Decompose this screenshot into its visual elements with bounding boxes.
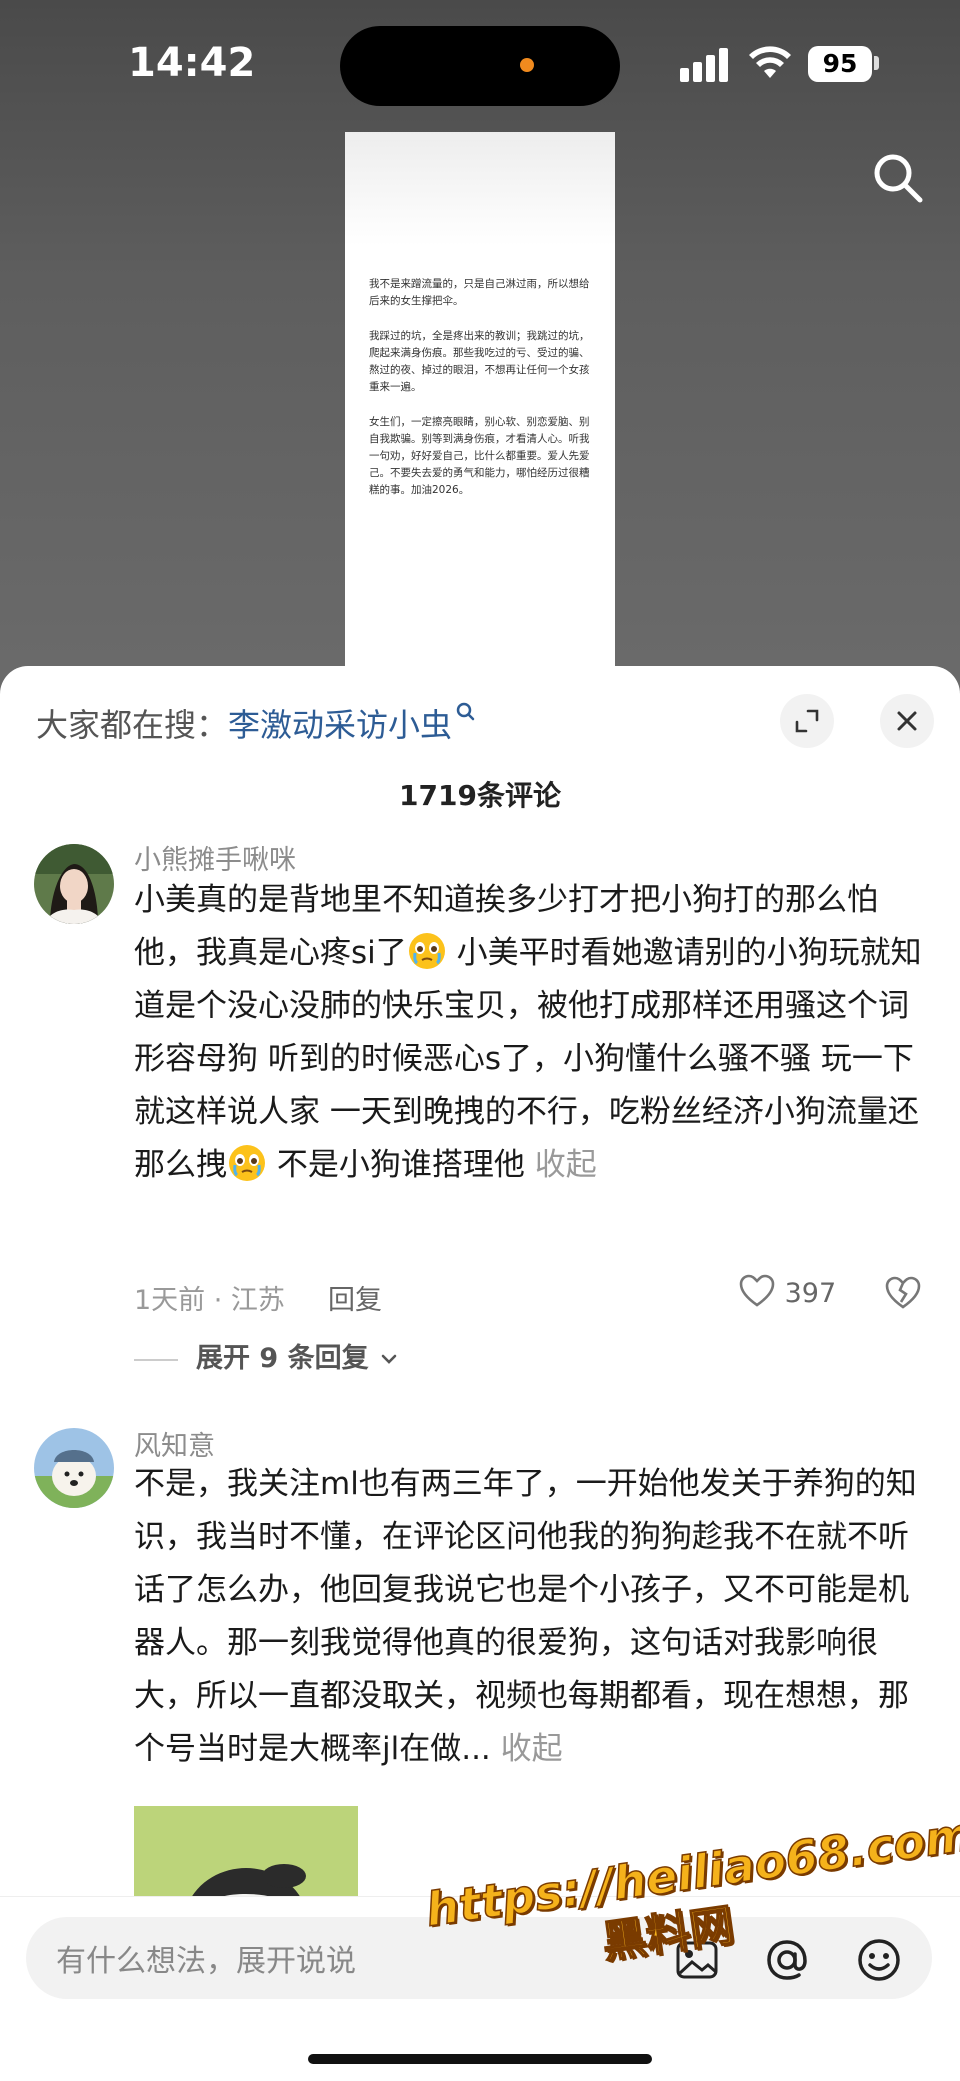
video-area[interactable]: 14:42 95 我不是来蹭流量的，只是自己淋过雨，所以想给后来的女生撑把伞。 … <box>0 0 960 700</box>
teary-face-emoji-icon <box>229 1145 265 1181</box>
comment-meta: 1天前 · 江苏 <box>134 1285 285 1316</box>
wifi-icon <box>749 46 791 78</box>
search-suggestion-prefix: 大家都在搜： <box>36 706 229 744</box>
search-icon <box>456 702 475 721</box>
expand-replies-label: 展开 9 条回复 <box>196 1343 369 1374</box>
comment-text-segment: 不是，我关注ml也有两三年了，一开始他发关于养狗的知识，我当时不懂，在评论区问他… <box>134 1466 917 1767</box>
divider <box>134 1358 178 1361</box>
close-button[interactable] <box>880 694 934 748</box>
comment-text: 不是，我关注ml也有两三年了，一开始他发关于养狗的知识，我当时不懂，在评论区问他… <box>134 1458 924 1776</box>
comment-input[interactable] <box>56 1939 356 1983</box>
search-suggestion-keyword[interactable]: 李激动采访小虫 <box>228 706 452 744</box>
collapse-link[interactable]: 收起 <box>501 1731 563 1767</box>
close-icon <box>897 711 917 731</box>
battery-indicator: 95 <box>808 46 872 82</box>
dynamic-island <box>340 26 620 106</box>
comment-text: 小美真的是背地里不知道挨多少打才把小狗打的那么怕他，我真是心疼si了 小美平时看… <box>134 874 924 1192</box>
video-document-frame: 我不是来蹭流量的，只是自己淋过雨，所以想给后来的女生撑把伞。 我踩过的坑，全是疼… <box>345 132 615 700</box>
doc-paragraph: 我踩过的坑，全是疼出来的教训；我跳过的坑，爬起来满身伤痕。那些我吃过的亏、受过的… <box>369 330 590 393</box>
expand-icon <box>795 709 819 733</box>
comment-username[interactable]: 小熊摊手啾咪 <box>134 838 296 877</box>
teary-face-emoji-icon <box>408 933 445 969</box>
doc-paragraph: 女生们，一定擦亮眼睛，别心软、别恋爱脑、别自我欺骗。别等到满身伤痕，才看清人心。… <box>369 416 590 496</box>
battery-tip <box>874 56 879 70</box>
recording-indicator-icon <box>520 58 534 72</box>
cellular-signal-icon <box>680 48 730 82</box>
home-indicator <box>308 2054 652 2064</box>
expand-sheet-button[interactable] <box>780 694 834 748</box>
chevron-down-icon <box>381 1354 397 1364</box>
like-button[interactable]: 397 <box>738 1272 836 1310</box>
dislike-icon[interactable] <box>884 1274 922 1312</box>
search-icon[interactable] <box>870 150 926 206</box>
avatar[interactable] <box>34 1428 114 1508</box>
expand-replies-button[interactable]: 展开 9 条回复 <box>134 1336 400 1375</box>
comment-text-segment: 不是小狗谁搭理他 <box>267 1147 535 1183</box>
status-time: 14:42 <box>128 40 256 86</box>
avatar[interactable] <box>34 844 114 924</box>
search-suggestion[interactable]: 大家都在搜：李激动采访小虫 <box>36 700 480 746</box>
doc-paragraph: 我不是来蹭流量的，只是自己淋过雨，所以想给后来的女生撑把伞。 <box>369 278 590 307</box>
collapse-link[interactable]: 收起 <box>535 1147 597 1183</box>
reply-button[interactable]: 回复 <box>328 1278 382 1317</box>
like-count: 397 <box>784 1278 837 1309</box>
heart-icon <box>739 1274 775 1307</box>
comment-count: 1719条评论 <box>399 779 561 812</box>
